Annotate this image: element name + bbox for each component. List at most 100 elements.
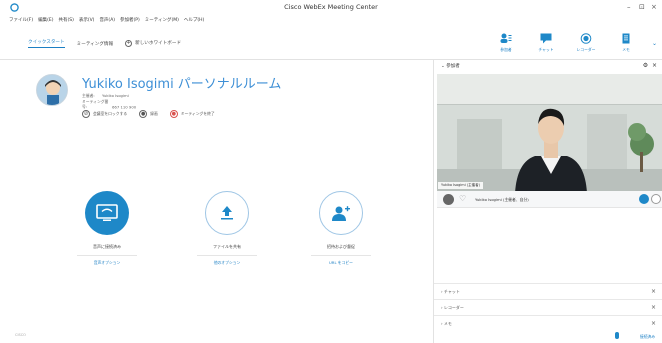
menu-bar: ファイル(F) 編集(E) 共有(S) 表示(V) 音声(A) 参加者(P) ミ… [9, 17, 204, 27]
panel-title[interactable]: ⌄ 参加者 [441, 63, 460, 69]
monitor-audio-icon [96, 204, 118, 221]
host-avatar [36, 74, 68, 106]
mute-status-icon[interactable] [651, 194, 661, 204]
chat-section-title: チャット [443, 289, 460, 294]
toolbar: クイックスタート ミーティング情報 + 新しいホワイトボード 参加者 チャット レ… [0, 28, 662, 60]
panel-footer: 接続済み [434, 330, 662, 343]
notes-icon [622, 33, 630, 44]
share-file-label: ファイルを共有 [213, 244, 241, 249]
audio-connected-button[interactable] [85, 191, 129, 235]
gear-icon[interactable]: ⚙ [643, 62, 648, 69]
room-actions: ⊘ 会議室をロックする ● 録画 ● ミーティングを終了 [82, 110, 215, 118]
participant-name: Yukiko Isogimi (主催者、自分) [475, 197, 529, 202]
participant-row[interactable]: ♡ Yukiko Isogimi (主催者、自分) [437, 191, 662, 208]
notes-button-label: メモ [622, 47, 630, 52]
share-file-button[interactable] [205, 191, 249, 235]
tab-new-whiteboard[interactable]: + 新しいホワイトボード [125, 40, 181, 47]
close-button[interactable]: × [651, 3, 657, 11]
participants-button[interactable]: 参加者 [492, 28, 520, 56]
end-meeting-label: ミーティングを終了 [180, 111, 215, 116]
participants-icon [500, 33, 512, 43]
participants-panel: ⌄ 参加者 ⚙ × Yukiko Isogimi (主催者) ♡ Yukiko … [433, 60, 662, 343]
lock-room-button[interactable]: ⊘ 会議室をロックする [82, 110, 127, 118]
invite-button[interactable] [319, 191, 363, 235]
chat-button[interactable]: チャット [532, 28, 560, 56]
panel-header: ⌄ 参加者 ⚙ × [434, 60, 662, 72]
divider [197, 255, 257, 256]
connection-status: 接続済み [639, 334, 655, 339]
audio-connected-label: 音声に接続済み [93, 244, 121, 249]
notes-button[interactable]: メモ [612, 28, 640, 56]
record-icon: ● [139, 110, 148, 118]
share-file-action: ファイルを共有 他のオプション [187, 191, 267, 266]
audio-options-link[interactable]: 音声オプション [67, 260, 147, 266]
end-meeting-icon: ● [169, 110, 178, 118]
notes-section[interactable]: › メモ × [434, 315, 662, 331]
microphone-icon[interactable] [615, 332, 619, 339]
divider [311, 255, 371, 256]
copy-url-link[interactable]: URL をコピー [301, 260, 381, 266]
close-notes-icon[interactable]: × [651, 320, 656, 327]
participant-avatar-icon [443, 194, 454, 205]
chat-section[interactable]: › チャット × [434, 283, 662, 299]
add-person-icon [332, 206, 350, 221]
other-options-link[interactable]: 他のオプション [187, 260, 267, 266]
chat-button-label: チャット [538, 47, 554, 52]
record-label: 録画 [150, 111, 158, 116]
recorder-section[interactable]: › レコーダー × [434, 299, 662, 315]
recorder-icon [580, 33, 592, 44]
invite-label: 招待および督促 [327, 244, 355, 249]
tab-meeting-info[interactable]: ミーティング情報 [77, 41, 113, 47]
upload-icon [221, 206, 233, 220]
record-button[interactable]: ● 録画 [139, 110, 158, 118]
menu-participant[interactable]: 参加者(P) [120, 17, 140, 27]
cisco-logo: CISCO [15, 333, 26, 337]
menu-edit[interactable]: 編集(E) [38, 17, 53, 27]
host-value: Yukiko Isogimi [102, 93, 129, 98]
menu-audio[interactable]: 音声(A) [99, 17, 115, 27]
recorder-button[interactable]: レコーダー [572, 28, 600, 56]
close-recorder-icon[interactable]: × [651, 304, 656, 311]
video-name-label: Yukiko Isogimi (主催者) [438, 182, 484, 189]
room-info: 主催者: Yukiko Isogimi ミーティング番号: 667 110 900 [82, 93, 136, 110]
title-bar: Cisco WebEx Meeting Center – ⊡ × [0, 0, 662, 15]
chevron-down-icon[interactable]: ⌄ [652, 40, 657, 47]
menu-meeting[interactable]: ミーティング(M) [145, 17, 179, 27]
close-chat-icon[interactable]: × [651, 288, 656, 295]
recorder-section-title: レコーダー [443, 305, 464, 310]
video-camera-icon[interactable] [639, 194, 649, 204]
tab-row: クイックスタート ミーティング情報 + 新しいホワイトボード [28, 39, 181, 48]
divider [77, 255, 137, 256]
panel-header-icons: ⚙ × [643, 62, 657, 69]
minimize-button[interactable]: – [627, 3, 631, 11]
recorder-section-label: › レコーダー [441, 305, 464, 310]
chat-section-label: › チャット [441, 289, 460, 294]
lock-room-label: 会議室をロックする [93, 111, 128, 116]
participants-button-label: 参加者 [500, 47, 512, 52]
meeting-number-value: 667 110 900 [112, 104, 137, 109]
menu-share[interactable]: 共有(S) [58, 17, 73, 27]
heart-icon: ♡ [459, 194, 467, 203]
menu-view[interactable]: 表示(V) [79, 17, 95, 27]
audio-connected-action: 音声に接続済み 音声オプション [67, 191, 147, 266]
close-panel-icon[interactable]: × [652, 62, 657, 69]
video-image [437, 74, 662, 193]
plus-icon: + [125, 40, 133, 47]
notes-section-title: メモ [443, 321, 452, 326]
panel-title-label: 参加者 [446, 64, 460, 69]
meeting-number-label: ミーティング番号: [82, 98, 109, 110]
maximize-button[interactable]: ⊡ [639, 3, 645, 11]
room-title: Yukiko Isogimi パーソナルルーム [82, 77, 282, 92]
video-feed[interactable] [437, 74, 662, 193]
lock-icon: ⊘ [82, 110, 90, 118]
tab-new-whiteboard-label: 新しいホワイトボード [135, 41, 182, 46]
recorder-button-label: レコーダー [576, 47, 596, 52]
chat-icon [540, 33, 552, 44]
notes-section-label: › メモ [441, 321, 452, 326]
avatar-image [37, 75, 67, 105]
window-title: Cisco WebEx Meeting Center [284, 3, 378, 11]
menu-file[interactable]: ファイル(F) [9, 17, 33, 27]
end-meeting-button[interactable]: ● ミーティングを終了 [169, 110, 215, 118]
menu-help[interactable]: ヘルプ(H) [184, 17, 204, 27]
tab-quickstart[interactable]: クイックスタート [28, 39, 65, 48]
